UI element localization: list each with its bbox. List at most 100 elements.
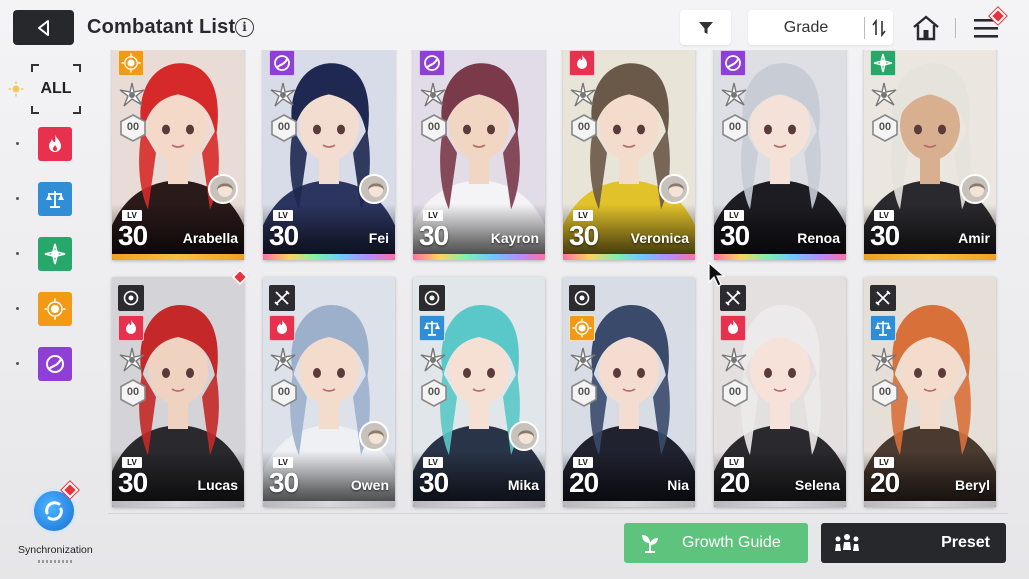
level-value: 20 [870,467,900,498]
rank-value: 00 [427,386,441,398]
filter-wind[interactable] [38,237,72,271]
fire-attribute-icon [269,315,295,341]
combatant-card[interactable]: 00 LV 30 Arabella [112,50,244,260]
combatant-name: Renoa [797,230,840,246]
shuriken-rank-icon [118,81,146,109]
grade-bar [263,254,395,260]
rank-value: 00 [878,121,892,133]
rail-dot [16,142,19,145]
shuriken-rank-icon [269,81,297,109]
shuriken-rank-icon [870,346,898,374]
grade-bar [112,254,244,260]
partner-avatar [509,421,539,451]
combatant-card[interactable]: 00 LV 30 Lucas [112,277,244,507]
home-button[interactable] [910,12,942,44]
shuriken-rank-icon [720,346,748,374]
synchronization-button[interactable]: Synchronization [18,480,93,570]
fire-attribute-icon [49,135,61,152]
grade-bar [563,501,695,507]
level-value: 30 [118,220,148,251]
rank-hexagon-badge: 00 [571,114,597,142]
sprout-icon [642,535,658,553]
sword-class-icon [269,285,295,311]
mouse-cursor-icon [708,262,726,287]
fire-attribute-icon [720,315,746,341]
combatant-card[interactable]: 00 LV 20 Beryl [864,277,996,507]
combatant-card[interactable]: 00 LV 20 Nia [563,277,695,507]
fire-attribute-icon [569,50,595,76]
void-swirl-attribute-icon [46,355,64,373]
rank-hexagon-badge: 00 [872,114,898,142]
team-preset-icon [835,534,859,551]
header-divider [955,18,956,38]
combatant-card[interactable]: 00 LV 30 Renoa [714,50,846,260]
rank-hexagon-badge: 00 [421,379,447,407]
filter-order[interactable] [38,182,72,216]
combatant-card[interactable]: 00 LV 30 Mika [413,277,545,507]
filter-button[interactable] [680,10,731,45]
grade-bar [263,501,395,507]
shuriken-rank-icon [569,346,597,374]
combatant-name: Kayron [490,230,539,246]
partner-avatar [960,174,990,204]
filter-void[interactable] [38,347,72,381]
growth-guide-button[interactable]: Growth Guide [624,523,808,563]
level-value: 30 [419,467,449,498]
combatant-name: Arabella [182,230,238,246]
rank-hexagon-badge: 00 [271,114,297,142]
combatant-name: Selena [794,477,840,493]
back-arrow-icon [37,19,49,36]
shuriken-rank-icon [118,346,146,374]
rank-value: 00 [126,386,140,398]
level-value: 30 [720,220,750,251]
sort-dropdown[interactable]: Grade [748,10,893,45]
combatant-card[interactable]: 00 LV 30 Fei [263,50,395,260]
shuriken-rank-icon [269,346,297,374]
combatant-name: Amir [958,230,990,246]
target-class-icon [569,285,595,311]
sync-icon [45,501,63,521]
synchronization-label: Synchronization [18,544,93,556]
combatant-grid: 00 LV 30 Arabella 00 LV 30 Fei 00 LV 30 Kayron 00 LV 3… [108,50,1008,512]
menu-button[interactable] [970,7,1007,44]
filter-all-label: ALL [40,80,72,97]
level-value: 20 [569,467,599,498]
combatant-card[interactable]: 00 LV 30 Kayron [413,50,545,260]
void-attribute-icon [269,50,295,76]
combatant-card[interactable]: 00 LV 30 Veronica [563,50,695,260]
target-class-icon [118,285,144,311]
filter-all[interactable]: ALL [31,64,81,114]
rail-dot [16,252,19,255]
shuriken-rank-icon [720,81,748,109]
back-button[interactable] [13,10,74,45]
grade-bar [714,501,846,507]
rank-hexagon-badge: 00 [120,379,146,407]
growth-guide-label: Growth Guide [682,534,781,551]
level-value: 30 [569,220,599,251]
sun-attribute-icon [44,298,66,320]
grade-bar [413,501,545,507]
sort-order-toggle[interactable] [865,18,893,37]
preset-button[interactable]: Preset [821,523,1006,563]
combatant-card[interactable]: 00 LV 30 Amir [864,50,996,260]
home-icon [913,15,939,41]
rail-dot [16,362,19,365]
scales-attribute-icon [46,191,64,208]
wind-attribute-icon [870,50,896,76]
partner-avatar [208,174,238,204]
page-title: Combatant List [87,16,236,38]
sort-order-icon [872,18,886,37]
info-icon[interactable]: i [235,18,254,37]
filter-light[interactable] [38,292,72,326]
combatant-card[interactable]: 00 LV 20 Selena [714,277,846,507]
rank-value: 00 [277,386,291,398]
filter-fire[interactable] [38,127,72,161]
combatant-card[interactable]: 00 LV 30 Owen [263,277,395,507]
level-value: 30 [269,467,299,498]
rail-dot [16,197,19,200]
level-value: 20 [720,467,750,498]
preset-label: Preset [941,534,990,551]
rank-hexagon-badge: 00 [872,379,898,407]
sword-class-icon [720,285,746,311]
partner-avatar [659,174,689,204]
